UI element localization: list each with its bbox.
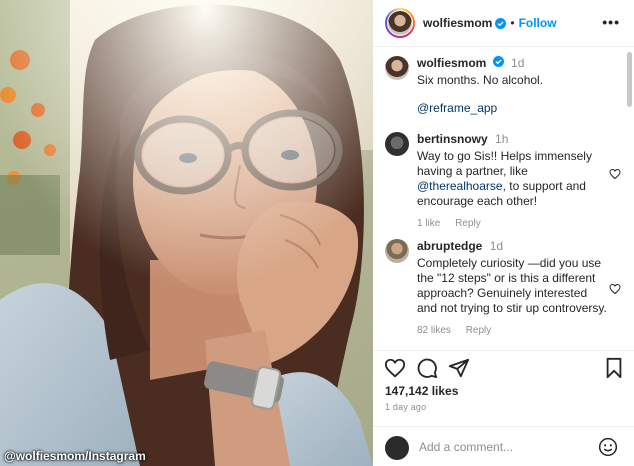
commenter-avatar[interactable]	[385, 132, 409, 156]
comment-reply-button[interactable]: Reply	[455, 218, 481, 229]
comment-time: 1h	[495, 132, 509, 146]
header-separator: •	[510, 16, 515, 30]
verified-badge-icon	[495, 17, 507, 29]
comment-like-heart-icon[interactable]	[609, 168, 621, 180]
caption-time: 1d	[511, 56, 525, 70]
comments-list[interactable]: wolfiesmom 1d Six months. No alcohol. @r…	[373, 48, 634, 350]
more-options-icon[interactable]: •••	[602, 14, 620, 30]
like-count[interactable]: 147,142 likes	[385, 384, 458, 398]
comment-username[interactable]: abruptedge	[417, 239, 482, 253]
comment-icon[interactable]	[416, 357, 438, 379]
post-panel: wolfiesmom • Follow ••• wolfiesmom 1d Si…	[373, 0, 634, 466]
post-date: 1 day ago	[385, 402, 427, 412]
add-comment-bar	[373, 426, 634, 466]
caption-username[interactable]: wolfiesmom	[417, 56, 486, 70]
comment-like-heart-icon[interactable]	[609, 283, 621, 295]
bookmark-icon[interactable]	[603, 357, 625, 379]
author-username[interactable]: wolfiesmom	[423, 16, 492, 30]
photo-credit: @wolfiesmom/Instagram	[4, 449, 146, 463]
post-photo: @wolfiesmom/Instagram	[0, 0, 373, 466]
emoji-icon[interactable]	[598, 437, 618, 457]
post-actions: 147,142 likes 1 day ago	[373, 350, 634, 426]
share-icon[interactable]	[448, 357, 470, 379]
caption-text: Six months. No alcohol.	[417, 73, 544, 87]
heart-icon[interactable]	[384, 357, 406, 379]
comment-username[interactable]: bertinsnowy	[417, 132, 488, 146]
comment-reply-button[interactable]: Reply	[466, 325, 492, 336]
post-header: wolfiesmom • Follow •••	[373, 0, 634, 47]
comment-text: Way to go Sis!! Helps immensely having a…	[417, 149, 592, 208]
current-user-avatar	[385, 436, 409, 460]
comments-scrollbar[interactable]	[627, 52, 632, 107]
comment-like-count[interactable]: 1 like	[417, 218, 440, 229]
add-comment-input[interactable]	[419, 437, 589, 457]
commenter-avatar[interactable]	[385, 239, 409, 263]
author-avatar[interactable]	[385, 8, 415, 38]
verified-badge-icon	[492, 56, 504, 67]
follow-button[interactable]: Follow	[519, 16, 557, 30]
comment-text: Completely curiosity —did you use the "1…	[417, 256, 607, 315]
caption-mention-link[interactable]: @reframe_app	[417, 101, 497, 115]
comment-time: 1d	[489, 239, 504, 253]
portrait-illustration	[0, 0, 373, 466]
comment-like-count[interactable]: 82 likes	[417, 325, 451, 336]
caption-avatar[interactable]	[385, 56, 409, 80]
comment-mention-link[interactable]: @therealhoarse	[417, 179, 503, 193]
